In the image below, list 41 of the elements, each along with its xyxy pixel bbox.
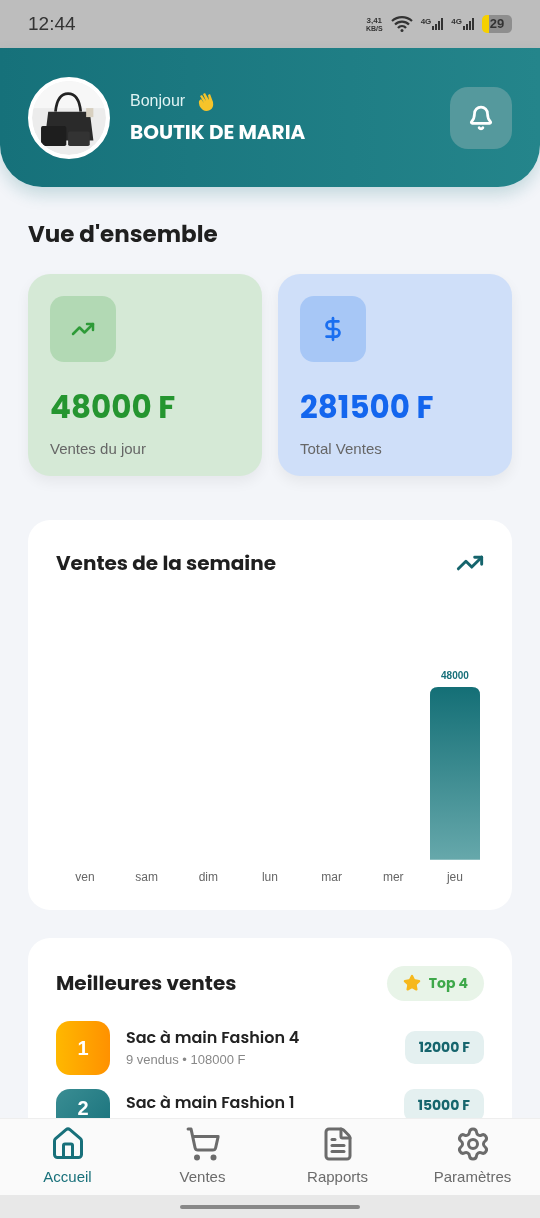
axis-label: jeu (446, 868, 463, 886)
notification-button[interactable] (450, 86, 512, 149)
bell-icon (468, 104, 494, 131)
status-time: 12:44 (28, 11, 76, 36)
axis-label: mar (321, 868, 342, 886)
network-type: 4G (451, 18, 462, 26)
star-icon (402, 974, 421, 992)
network-type: 4G (420, 18, 432, 26)
product-name: Sac à main Fashion 4 (126, 1025, 301, 1050)
rank-tile: 1 (56, 1020, 110, 1075)
axis-label: sam (135, 868, 158, 886)
battery-indicator: 29 (482, 15, 512, 33)
section-title: Vue d'ensemble (28, 217, 219, 252)
cart-icon (184, 1125, 221, 1162)
greeting-text: Bonjour (130, 90, 186, 111)
rank-tile: 2 (56, 1088, 110, 1118)
nav-tab[interactable]: Accueil (7, 1125, 128, 1189)
bar-value-label: 48000 (441, 668, 469, 683)
network-speed: 3,41 (366, 16, 383, 25)
axis-label: ven (75, 868, 95, 886)
product-detail: 9 vendus • 108000 F (126, 1050, 247, 1069)
axis-label: lun (261, 868, 278, 886)
axis-label: mer (382, 868, 404, 886)
price-tag: 15000 F (403, 1088, 484, 1118)
signal-icon (463, 18, 474, 30)
signal-icon (432, 18, 444, 30)
product-name: Sac à main Fashion 1 (126, 1090, 296, 1115)
card-title: Meilleures ventes (56, 968, 237, 998)
wifi-icon (390, 16, 413, 32)
stat-value: 48000 F (50, 383, 177, 430)
shop-name: BOUTIK DE MARIA (130, 116, 307, 147)
nav-tab[interactable]: Rapports (277, 1125, 398, 1189)
badge-text: Top 4 (428, 972, 468, 994)
stat-value: 281500 F (300, 383, 435, 430)
stat-label: Total Ventes (300, 439, 383, 459)
card-title: Ventes de la semaine (56, 547, 277, 578)
stat-label: Ventes du jour (50, 439, 147, 459)
axis-label: dim (198, 868, 218, 886)
nav-tab[interactable]: Ventes (142, 1125, 263, 1189)
price-tag: 12000 F (404, 1031, 484, 1064)
nav-tab[interactable]: Paramètres (412, 1125, 533, 1189)
